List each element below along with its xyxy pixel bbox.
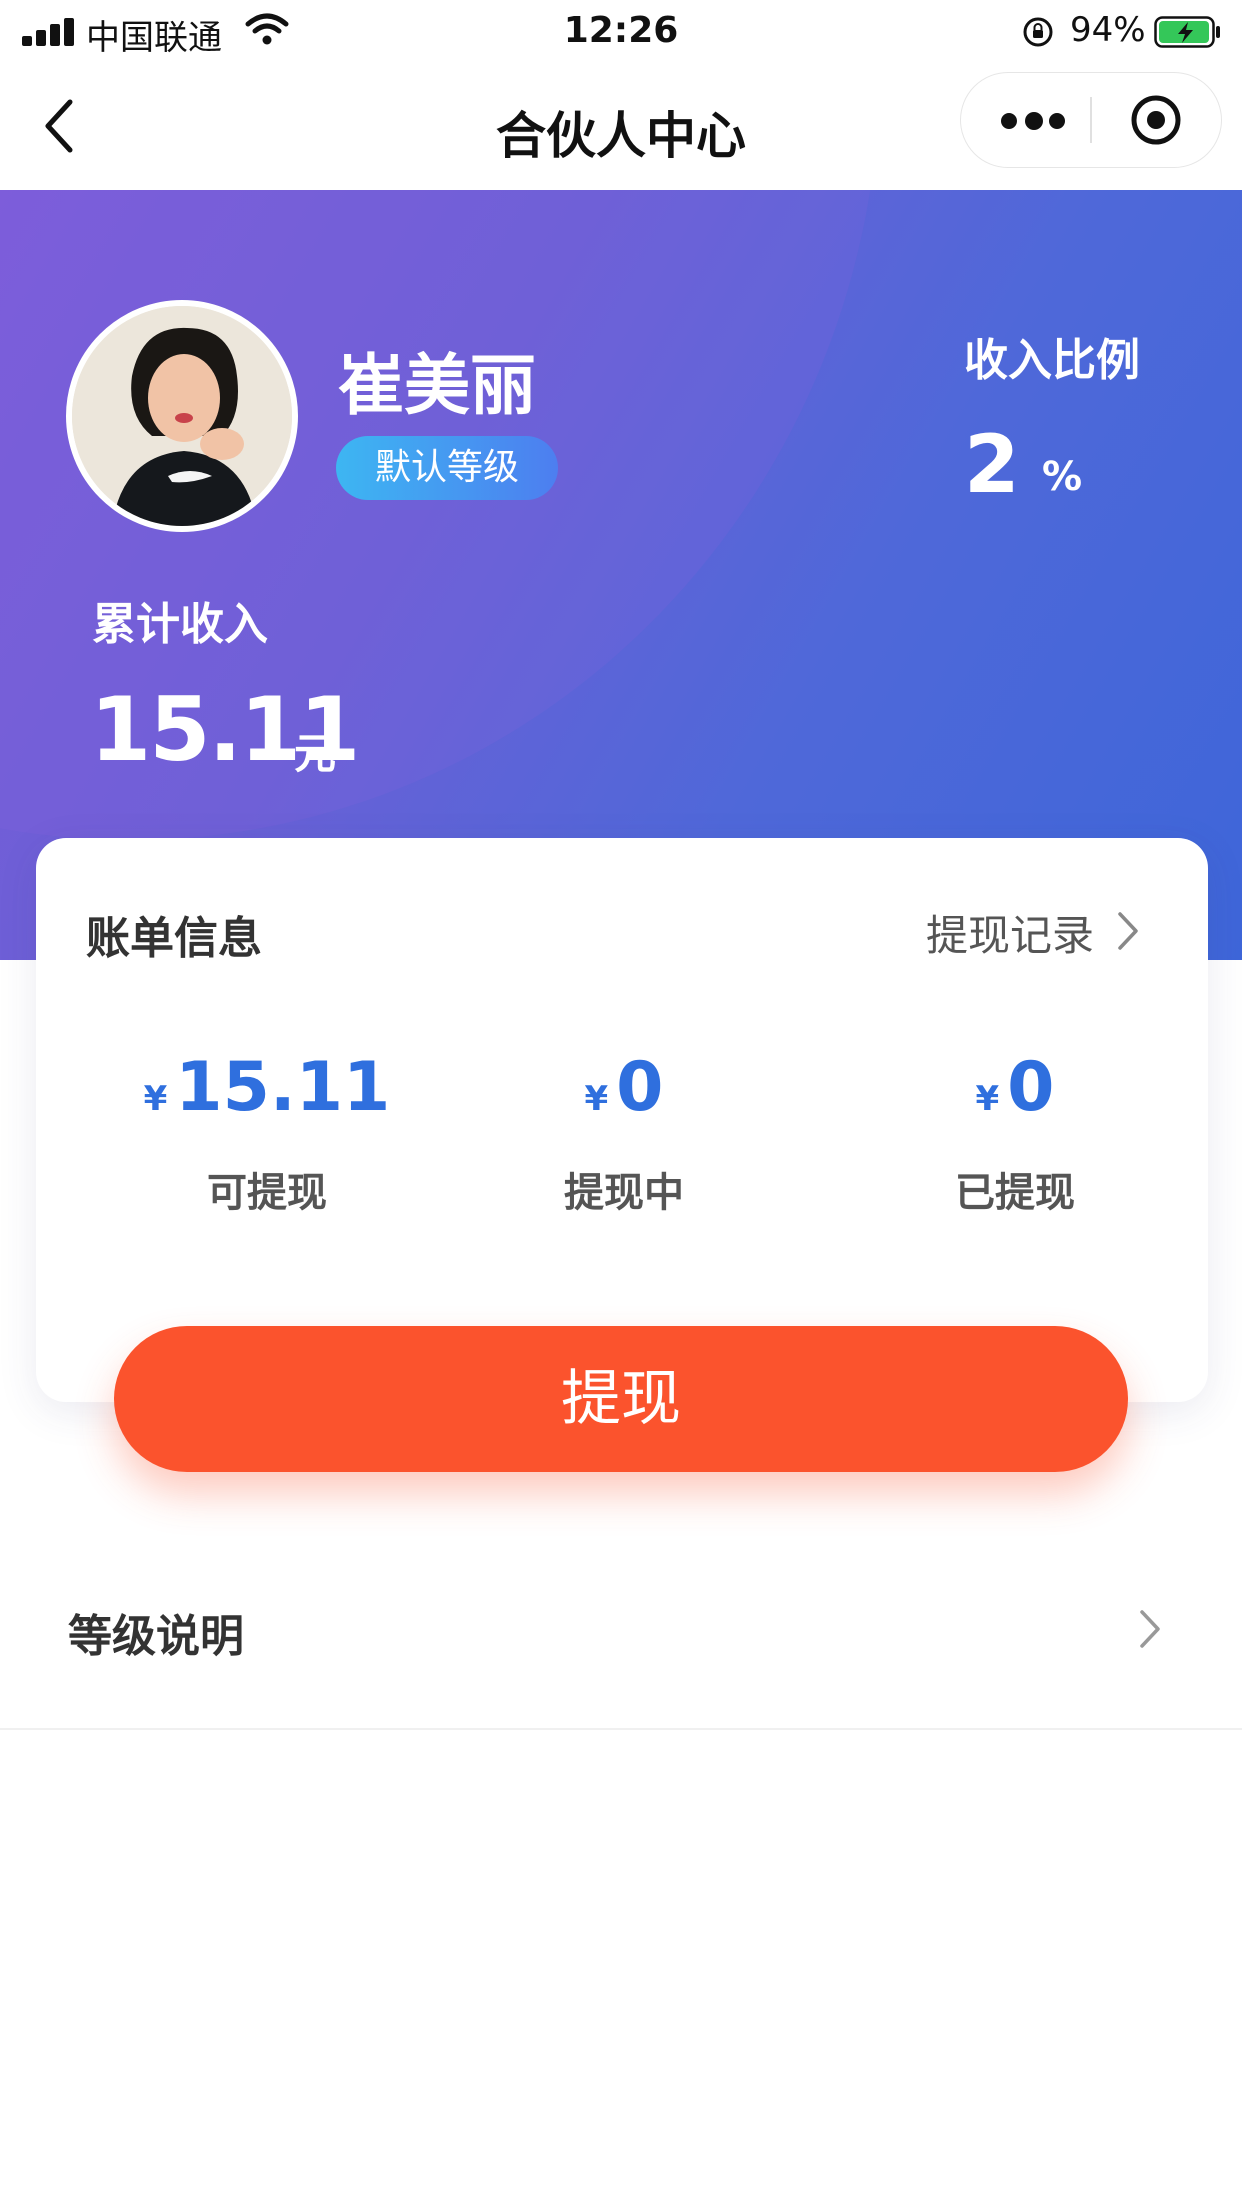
level-info-row[interactable]: 等级说明 [0,1560,1242,1730]
income-ratio-label: 收入比例 [964,335,1140,386]
stat-value: 0 [616,1048,664,1127]
avatar-portrait [72,306,292,526]
level-info-label: 等级说明 [68,1611,244,1662]
currency-symbol: ¥ [143,1079,168,1119]
stat-label: 可提现 [207,1170,327,1216]
user-name: 崔美丽 [338,347,536,424]
chevron-right-icon [1140,1610,1160,1648]
withdraw-button[interactable]: 提现 [114,1326,1128,1472]
level-badge: 默认等级 [336,436,558,500]
stat-available: ¥15.11 可提现 [72,1048,462,1218]
income-ratio-value: 2 [964,418,1020,511]
withdraw-record-link[interactable]: 提现记录 [926,902,1094,963]
mini-program-capsule [960,72,1222,168]
capsule-close-icon[interactable] [1129,93,1183,147]
chevron-right-icon[interactable] [1116,910,1140,952]
total-income-label: 累计收入 [92,599,268,650]
stat-pending: ¥0 提现中 [429,1048,819,1218]
more-icon[interactable] [1001,111,1065,131]
battery-percentage: 94% [1070,10,1146,50]
battery-charging-icon [1154,16,1220,48]
bill-card: 账单信息 提现记录 ¥15.11 可提现 ¥0 提现中 ¥0 已提现 [36,838,1208,1402]
income-ratio-unit: % [1042,454,1083,500]
stat-withdrawn: ¥0 已提现 [820,1048,1210,1218]
status-bar: 中国联通 12:26 94% [0,0,1242,66]
total-income-unit: 元 [294,729,337,778]
stat-value: 15.11 [175,1048,391,1127]
currency-symbol: ¥ [975,1079,1000,1119]
avatar [66,300,298,532]
currency-symbol: ¥ [584,1079,609,1119]
capsule-divider [1090,97,1092,143]
nav-bar: 合伙人中心 [0,66,1242,190]
stat-label: 已提现 [955,1170,1075,1216]
stat-label: 提现中 [564,1170,684,1216]
rotation-lock-icon [1023,17,1053,47]
bill-title: 账单信息 [86,913,262,964]
stat-value: 0 [1007,1048,1055,1127]
